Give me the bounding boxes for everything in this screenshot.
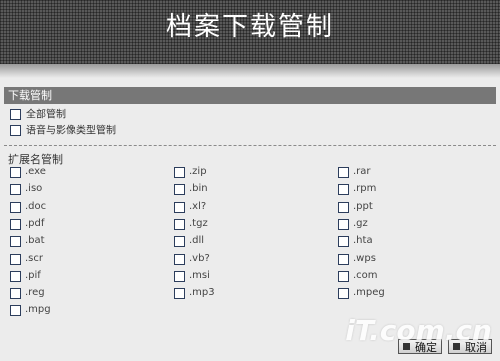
extension-label: .doc: [25, 201, 47, 212]
option-label: 全部管制: [26, 109, 66, 121]
extension-checkbox[interactable]: [174, 271, 185, 282]
extension-label: .rar: [353, 166, 371, 177]
extension-checkbox[interactable]: [338, 202, 349, 213]
extension-label: .xl?: [189, 201, 207, 212]
extension-label: .bin: [189, 183, 208, 194]
watermark-logo: iT.com.cn: [345, 314, 492, 347]
extension-label: .scr: [25, 253, 43, 264]
extension-label: .bat: [25, 235, 45, 246]
extension-checkbox[interactable]: [10, 202, 21, 213]
extension-label: .zip: [189, 166, 207, 177]
extension-label: .tgz: [189, 218, 208, 229]
section-divider: [4, 145, 496, 146]
option-label: 语音与影像类型管制: [26, 125, 116, 137]
all-control-checkbox[interactable]: [10, 109, 21, 120]
extension-control-title: 扩展名管制: [8, 153, 63, 166]
extension-checkbox[interactable]: [174, 288, 185, 299]
extension-label: .mpeg: [353, 287, 385, 298]
extension-checkbox[interactable]: [174, 236, 185, 247]
download-control-section-header: 下载管制: [4, 87, 496, 104]
extension-checkbox[interactable]: [174, 184, 185, 195]
extension-label: .reg: [25, 287, 45, 298]
extension-label: .gz: [353, 218, 368, 229]
option-media-type-control[interactable]: 语音与影像类型管制: [10, 125, 116, 138]
extension-label: .exe: [25, 166, 46, 177]
extension-checkbox[interactable]: [10, 167, 21, 178]
extension-checkbox[interactable]: [10, 184, 21, 195]
page-header: 档案下载管制: [0, 0, 500, 64]
extension-checkbox[interactable]: [338, 184, 349, 195]
extension-label: .wps: [353, 253, 376, 264]
extension-checkbox[interactable]: [10, 271, 21, 282]
extension-checkbox[interactable]: [338, 219, 349, 230]
extension-checkbox[interactable]: [10, 288, 21, 299]
extension-checkbox[interactable]: [10, 305, 21, 316]
extension-label: .mpg: [25, 304, 51, 315]
extension-label: .pdf: [25, 218, 45, 229]
extension-checkbox[interactable]: [174, 167, 185, 178]
page-title: 档案下载管制: [165, 12, 334, 42]
extension-checkbox[interactable]: [338, 288, 349, 299]
extension-checkbox[interactable]: [174, 254, 185, 265]
extension-checkbox[interactable]: [10, 219, 21, 230]
extension-checkbox[interactable]: [10, 254, 21, 265]
header-shadow: [0, 64, 500, 78]
extension-checkbox[interactable]: [338, 167, 349, 178]
extension-label: .dll: [189, 235, 205, 246]
extension-checkbox[interactable]: [338, 236, 349, 247]
extension-label: .rpm: [353, 183, 377, 194]
extension-checkbox[interactable]: [10, 236, 21, 247]
extension-label: .ppt: [353, 201, 373, 212]
extension-label: .mp3: [189, 287, 215, 298]
extension-label: .hta: [353, 235, 373, 246]
extension-checkbox[interactable]: [338, 254, 349, 265]
extension-checkbox[interactable]: [174, 219, 185, 230]
extension-label: .pif: [25, 270, 41, 281]
option-all-control[interactable]: 全部管制: [10, 109, 66, 122]
extension-label: .msi: [189, 270, 210, 281]
extension-label: .vb?: [189, 253, 210, 264]
extension-checkbox[interactable]: [174, 202, 185, 213]
extension-checkbox[interactable]: [338, 271, 349, 282]
media-type-control-checkbox[interactable]: [10, 125, 21, 136]
extension-label: .iso: [25, 183, 43, 194]
extension-label: .com: [353, 270, 378, 281]
